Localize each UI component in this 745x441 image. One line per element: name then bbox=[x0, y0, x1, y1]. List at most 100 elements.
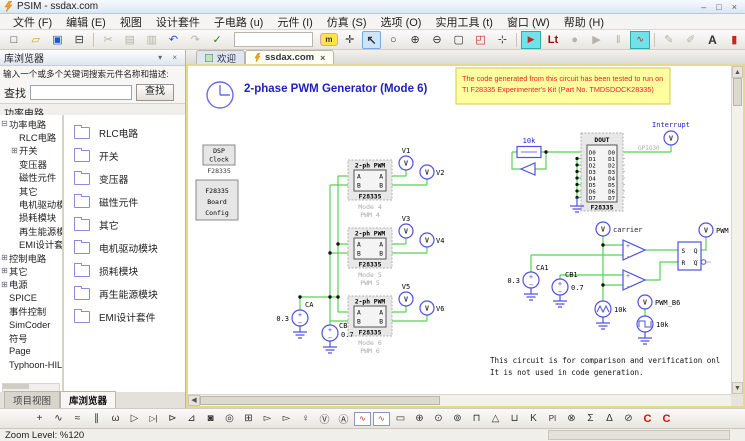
source-ca1[interactable]: + − CA1 0.3 bbox=[507, 264, 548, 289]
voltmeter-button[interactable]: Ⓥ bbox=[316, 411, 333, 427]
dc-source-button[interactable]: ⊕ bbox=[411, 411, 428, 427]
stop-simulation-button[interactable]: ● bbox=[565, 31, 585, 49]
tab-project-view[interactable]: 项目视图 bbox=[4, 391, 60, 408]
folder-item-renewable[interactable]: 再生能源模块 bbox=[74, 282, 185, 305]
summer-button[interactable]: Σ bbox=[582, 411, 599, 427]
ac-source-button[interactable]: ⊙ bbox=[430, 411, 447, 427]
tree-item-page[interactable]: Page bbox=[0, 345, 62, 358]
text-tool-button[interactable]: A bbox=[703, 31, 723, 49]
zener-diode-button[interactable]: ▷| bbox=[145, 411, 162, 427]
fit-page-button[interactable]: ▢ bbox=[449, 31, 469, 49]
triangle-source-button[interactable]: △ bbox=[487, 411, 504, 427]
run-button[interactable]: ▶ bbox=[587, 31, 607, 49]
scroll-down-arrow[interactable]: ▼ bbox=[732, 382, 743, 394]
folder-item-motor-drive[interactable]: 电机驱动模块 bbox=[74, 236, 185, 259]
folder-item-other[interactable]: 其它 bbox=[74, 213, 185, 236]
undo-button[interactable]: ↶ bbox=[164, 31, 184, 49]
scroll-up-arrow[interactable]: ▲ bbox=[732, 66, 743, 78]
vscroll-thumb[interactable] bbox=[733, 78, 742, 106]
transistor-button[interactable]: ⊳ bbox=[164, 411, 181, 427]
menu-file[interactable]: 文件 (F) bbox=[6, 14, 59, 30]
menu-help[interactable]: 帮助 (H) bbox=[557, 14, 611, 30]
multiplier-button[interactable]: ⊗ bbox=[563, 411, 580, 427]
open-button[interactable]: ▱ bbox=[26, 31, 46, 49]
capacitor-button[interactable]: ∥ bbox=[88, 411, 105, 427]
menu-subcircuit[interactable]: 子电路 (u) bbox=[207, 14, 271, 30]
folder-item-emi[interactable]: EMI设计套件 bbox=[74, 305, 185, 328]
clock-icon[interactable] bbox=[207, 82, 233, 108]
voltage-probe-button[interactable]: ♀ bbox=[297, 411, 314, 427]
folder-item-rlc[interactable]: RLC电路 bbox=[74, 121, 185, 144]
tree-item-typhoon-hil[interactable]: Typhoon-HIL bbox=[0, 358, 62, 371]
scope-2ch-button[interactable]: ∿ bbox=[373, 412, 390, 426]
horizontal-scrollbar[interactable]: ◀ bbox=[188, 394, 731, 406]
schematic-sheet[interactable]: 2-phase PWM Generator (Mode 6) The code … bbox=[188, 66, 731, 394]
pwm-block-1[interactable]: 2-ph PWM A B A B F28335 Mode 4 PWM 4 bbox=[348, 160, 392, 219]
folder-item-thermal[interactable]: 损耗模块 bbox=[74, 259, 185, 282]
menu-design-suite[interactable]: 设计套件 bbox=[149, 14, 207, 30]
voltmeter-v2[interactable]: V V2 bbox=[420, 165, 444, 179]
print-button[interactable]: ⊟ bbox=[69, 31, 89, 49]
ltspice-button[interactable]: Lt bbox=[543, 31, 563, 49]
tab-welcome[interactable]: 欢迎 bbox=[196, 50, 245, 64]
coupled-inductor-button[interactable]: ⊞ bbox=[240, 411, 257, 427]
menu-window[interactable]: 窗口 (W) bbox=[500, 14, 557, 30]
zoom-selection-button[interactable]: ◰ bbox=[471, 31, 491, 49]
tab-library-browser[interactable]: 库浏览器 bbox=[60, 391, 116, 408]
inductor-button[interactable]: ω bbox=[107, 411, 124, 427]
maximize-button[interactable]: □ bbox=[716, 2, 721, 12]
redo-button[interactable]: ↷ bbox=[185, 31, 205, 49]
c-block-button[interactable]: C bbox=[658, 411, 675, 427]
c-script-button[interactable]: C bbox=[639, 411, 656, 427]
sine-source-button[interactable]: ⊚ bbox=[449, 411, 466, 427]
vertical-scrollbar[interactable]: ▲▼ bbox=[731, 66, 743, 394]
comparator-2[interactable]: + - bbox=[623, 270, 645, 290]
resistor-button[interactable]: ∿ bbox=[50, 411, 67, 427]
triangle-wave-source[interactable]: 10k bbox=[595, 301, 627, 317]
edit-pen-2-button[interactable]: ✐ bbox=[681, 31, 701, 49]
panel-dock-icons[interactable]: ▾ × bbox=[158, 53, 181, 62]
folder-item-transformers[interactable]: 变压器 bbox=[74, 167, 185, 190]
inverter-gate[interactable] bbox=[521, 163, 535, 175]
pwm-block-3[interactable]: 2-ph PWM A B A B F28335 Mode 6 PWM 6 bbox=[348, 296, 392, 355]
tree-item-thermal[interactable]: 损耗模块 bbox=[0, 211, 62, 224]
tree-item-sources[interactable]: ⊞电源 bbox=[0, 278, 62, 291]
motor-button[interactable]: Δ bbox=[601, 411, 618, 427]
menu-simulate[interactable]: 仿真 (S) bbox=[320, 14, 374, 30]
tree-item-symbols[interactable]: 符号 bbox=[0, 331, 62, 344]
voltmeter-interrupt[interactable]: V Interrupt bbox=[652, 121, 690, 145]
source-ca[interactable]: + − CA 0.3 bbox=[276, 301, 314, 327]
pi-controller-button[interactable]: PI bbox=[544, 411, 561, 427]
scroll-left-arrow[interactable]: ◀ bbox=[188, 395, 200, 406]
menu-utilities[interactable]: 实用工具 (t) bbox=[428, 14, 499, 30]
opamp-button[interactable]: ▻ bbox=[259, 411, 276, 427]
pwm-block-2[interactable]: 2-ph PWM A B A B F28335 Mode 5 PWM 5 bbox=[348, 228, 392, 287]
menu-options[interactable]: 选项 (O) bbox=[374, 14, 429, 30]
tree-item-other-root[interactable]: ⊞其它 bbox=[0, 264, 62, 277]
rheostat-button[interactable]: ≈ bbox=[69, 411, 86, 427]
cut-button[interactable]: ✂ bbox=[98, 31, 118, 49]
zoom-button[interactable]: ○ bbox=[383, 31, 403, 49]
comparator-1[interactable]: + - bbox=[623, 240, 645, 260]
tree-item-spice[interactable]: SPICE bbox=[0, 291, 62, 304]
tree-item-simcoder[interactable]: SimCoder bbox=[0, 318, 62, 331]
voltmeter-carrier[interactable]: V carrier bbox=[596, 222, 643, 236]
voltmeter-v1[interactable]: V V1 bbox=[399, 147, 413, 170]
transformer-button[interactable]: ◙ bbox=[202, 411, 219, 427]
folder-item-magnetics[interactable]: 磁性元件 bbox=[74, 190, 185, 213]
search-button[interactable]: 查找 bbox=[136, 84, 174, 101]
igbt-button[interactable]: ⊿ bbox=[183, 411, 200, 427]
tree-item-power-circuit[interactable]: ⊟功率电路 bbox=[0, 117, 62, 130]
board-config-block[interactable]: F28335 Board Config bbox=[196, 180, 238, 220]
tab-close-icon[interactable]: × bbox=[320, 53, 325, 63]
tab-ssdax[interactable]: ssdax.com × bbox=[245, 50, 334, 64]
dsp-clock-block[interactable]: DSP Clock F28335 bbox=[203, 145, 235, 175]
tree-item-transformers[interactable]: 变压器 bbox=[0, 157, 62, 170]
subcircuit-block-button[interactable]: ▭ bbox=[392, 411, 409, 427]
mech-load-button[interactable]: ⊘ bbox=[620, 411, 637, 427]
menu-elements[interactable]: 元件 (I) bbox=[270, 14, 319, 30]
pan-hand-button[interactable]: ✛ bbox=[340, 31, 360, 49]
pan-tool-button[interactable]: ⊹ bbox=[492, 31, 512, 49]
tree-item-rlc[interactable]: RLC电路 bbox=[0, 130, 62, 143]
resistor-10k[interactable]: 10k bbox=[517, 137, 541, 158]
